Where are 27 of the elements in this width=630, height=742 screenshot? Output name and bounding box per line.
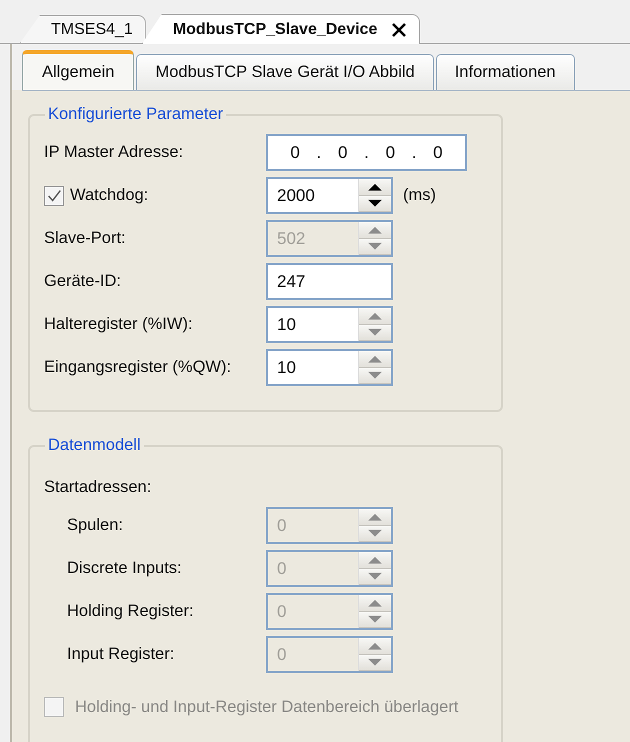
field-label: Discrete Inputs: [67,559,182,578]
ip-address-field[interactable]: 0 . 0 . 0 . 0 [266,134,467,171]
document-tab[interactable]: TMSES4_1 [20,15,146,43]
field-label: Slave-Port: [44,229,126,248]
tab[interactable]: Informationen [436,54,575,90]
tab[interactable]: Allgemein [22,50,134,90]
field-label: Watchdog: [70,186,148,205]
checkbox[interactable] [44,186,64,206]
field-label: Spulen: [67,516,123,535]
close-icon[interactable] [391,22,408,38]
unit-label: (ms) [403,186,436,205]
field-label: Eingangsregister (%QW): [44,358,232,377]
field-label: Input Register: [67,645,174,664]
document-tab[interactable]: ModbusTCP_Slave_Device [142,14,420,44]
group-title: Datenmodell [47,436,142,455]
field-label: Halteregister (%IW): [44,315,193,334]
spin-up-icon[interactable] [359,179,391,196]
spin-field[interactable]: 2000 [266,177,393,214]
group-title: Konfigurierte Parameter [47,105,224,124]
field-label: Holding Register: [67,602,194,621]
section-label: Startadressen: [44,477,152,497]
tab[interactable]: ModbusTCP Slave Gerät I/O Abbild [136,54,434,90]
spin-down-icon[interactable] [359,196,391,212]
field-label: Geräte-ID: [44,272,122,291]
input-field[interactable]: 247 [266,263,393,300]
field-label: IP Master Adresse: [44,143,184,162]
checkbox-label: Holding- und Input-Register Datenbereich überlagert [75,698,458,716]
